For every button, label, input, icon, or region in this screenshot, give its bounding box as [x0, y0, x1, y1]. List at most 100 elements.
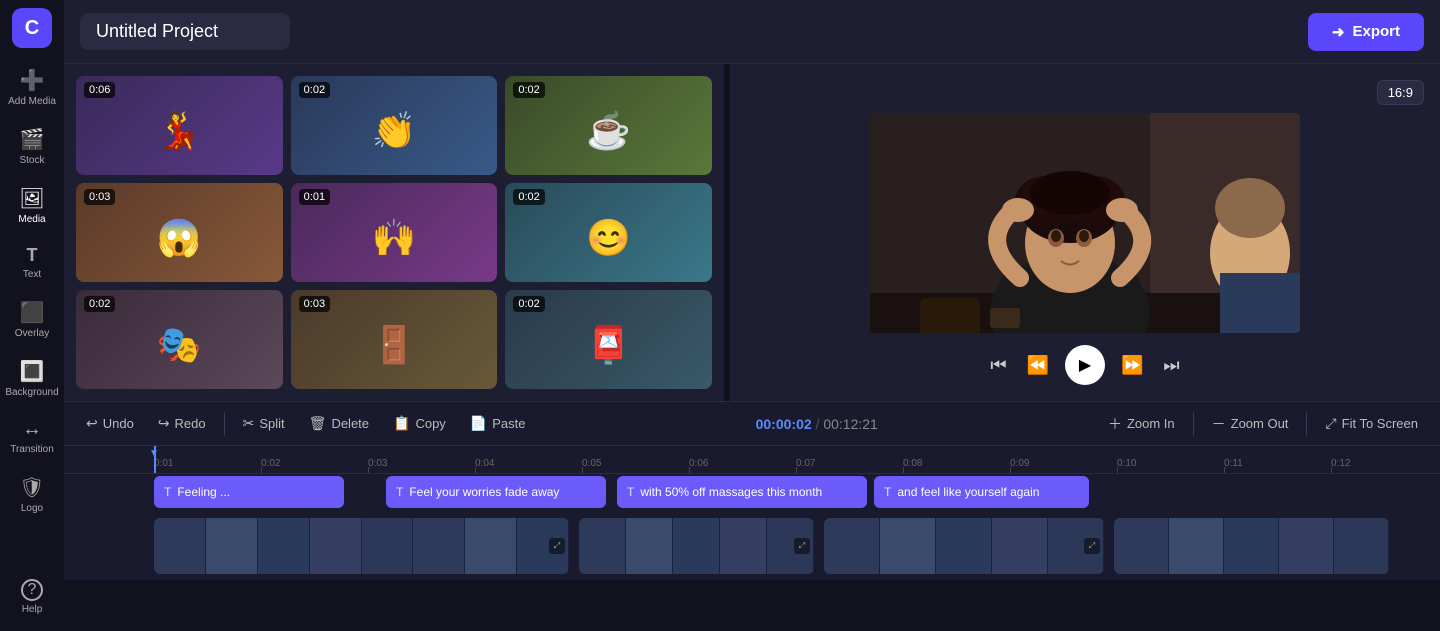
main-area: ➜ Export 💃 0:06 elaine benes dancing GIF…	[64, 0, 1440, 631]
sidebar-item-stock[interactable]: 🎬 Stock	[4, 119, 60, 174]
export-label: Export	[1352, 23, 1400, 40]
zoom-out-button[interactable]: － Zoom Out	[1202, 409, 1299, 439]
video-frame	[362, 518, 414, 574]
sidebar-item-label: Media	[18, 214, 45, 225]
video-segment-v2[interactable]: ⤢	[579, 518, 814, 574]
split-icon: ✂	[243, 415, 255, 432]
undo-button[interactable]: ↩ Undo	[76, 410, 144, 437]
text-track-row: TFeeling ... TFeel your worries fade away…	[64, 474, 1440, 512]
video-frame	[1279, 518, 1334, 574]
timeline-ruler: ▼ 0:010:020:030:040:050:060:070:080:090:…	[64, 446, 1440, 474]
text-track-item-t2[interactable]: TFeel your worries fade away	[386, 476, 606, 508]
sidebar-item-label: Stock	[19, 155, 44, 166]
preview-header: 16:9	[746, 80, 1424, 105]
sidebar: C ➕ Add Media 🎬 Stock 🖼 Media T Text ⬛ O…	[0, 0, 64, 631]
sidebar-item-label: Logo	[21, 503, 43, 514]
media-thumb-7[interactable]: 🎭 0:02 Seinfeld GIF	[76, 290, 283, 389]
video-frame	[1114, 518, 1169, 574]
media-panel: 💃 0:06 elaine benes dancing GIF 👏 0:02 j…	[64, 64, 724, 401]
preview-frame-svg	[870, 113, 1300, 333]
video-segment-v4[interactable]	[1114, 518, 1389, 574]
preview-panel: 16:9	[730, 64, 1440, 401]
media-thumb-5[interactable]: 🙌 0:01 Excited George Costanz...	[291, 183, 498, 282]
media-icon: 🖼	[19, 186, 44, 211]
video-segment-v3[interactable]: ⤢	[824, 518, 1104, 574]
zoom-in-button[interactable]: ＋ Zoom In	[1098, 409, 1185, 439]
zoom-out-label: Zoom Out	[1231, 416, 1289, 431]
skip-forward-button[interactable]: ⏭	[1159, 351, 1183, 380]
rewind-button[interactable]: ⏪	[1023, 351, 1053, 380]
fast-forward-button[interactable]: ⏩	[1117, 351, 1147, 380]
thumb-duration: 0:01	[299, 189, 330, 205]
video-frame	[1169, 518, 1224, 574]
project-title-input[interactable]	[80, 13, 290, 50]
ruler-marks: 0:010:020:030:040:050:060:070:080:090:10…	[154, 458, 1438, 469]
overlay-icon: ⬛	[20, 300, 45, 325]
redo-icon: ↪	[158, 415, 170, 432]
copy-icon: 📋	[393, 415, 410, 432]
segment-expand-icon[interactable]: ⤢	[549, 538, 565, 554]
copy-label: Copy	[415, 416, 445, 431]
stock-icon: 🎬	[20, 127, 45, 152]
thumb-duration: 0:03	[299, 296, 330, 312]
thumb-duration: 0:02	[513, 82, 544, 98]
preview-frame	[870, 113, 1300, 333]
video-frame	[206, 518, 258, 574]
sidebar-item-transition[interactable]: ↔ Transition	[4, 410, 60, 463]
media-thumb-3[interactable]: ☕ 0:02 jerry seinfeld coffee GIF	[505, 76, 712, 175]
segment-expand-icon[interactable]: ⤢	[794, 538, 810, 554]
video-frame	[579, 518, 626, 574]
copy-button[interactable]: 📋 Copy	[383, 410, 456, 437]
media-thumb-8[interactable]: 🚪 0:03 Kramer GIF	[291, 290, 498, 389]
paste-icon: 📄	[470, 415, 487, 432]
delete-button[interactable]: 🗑 Delete	[299, 410, 379, 437]
toolbar-separator-1	[224, 412, 225, 436]
preview-video	[870, 113, 1300, 333]
ruler-mark: 0:03	[368, 458, 475, 469]
media-thumb-6[interactable]: 😊 0:02 Julia Louis Dreyfus Hap...	[505, 183, 712, 282]
split-button[interactable]: ✂ Split	[233, 410, 295, 437]
text-track-item-t1[interactable]: TFeeling ...	[154, 476, 344, 508]
export-arrow-icon: ➜	[1332, 23, 1345, 41]
segment-expand-icon[interactable]: ⤢	[1084, 538, 1100, 554]
sidebar-item-label: Background	[5, 387, 58, 398]
playhead-ruler: ▼	[154, 446, 156, 473]
timeline-area: ↩ Undo ↪ Redo ✂ Split 🗑 Delete 📋 Copy 📄	[64, 401, 1440, 631]
text-track-item-t4[interactable]: Tand feel like yourself again	[874, 476, 1089, 508]
timeline-time: 00:00:02 / 00:12:21	[756, 416, 878, 432]
aspect-ratio-badge: 16:9	[1377, 80, 1424, 105]
sidebar-item-label: Overlay	[15, 328, 49, 339]
redo-button[interactable]: ↪ Redo	[148, 410, 216, 437]
text-track-item-t3[interactable]: Twith 50% off massages this month	[617, 476, 867, 508]
sidebar-item-logo[interactable]: 🛡 Logo	[4, 467, 60, 522]
undo-label: Undo	[103, 416, 134, 431]
media-thumb-1[interactable]: 💃 0:06 elaine benes dancing GIF	[76, 76, 283, 175]
sidebar-item-media[interactable]: 🖼 Media	[4, 178, 60, 233]
ruler-mark: 0:10	[1117, 458, 1224, 469]
sidebar-item-background[interactable]: 🔳 Background	[4, 351, 60, 406]
play-button[interactable]: ▶	[1065, 345, 1105, 385]
sidebar-item-help[interactable]: ? Help	[4, 571, 60, 623]
video-frame	[824, 518, 880, 574]
sidebar-item-overlay[interactable]: ⬛ Overlay	[4, 292, 60, 347]
skip-back-button[interactable]: ⏮	[986, 351, 1010, 380]
timeline-tracks: TFeeling ... TFeel your worries fade away…	[64, 474, 1440, 631]
sidebar-item-text[interactable]: T Text	[4, 237, 60, 288]
text-track-icon: T	[396, 485, 403, 499]
export-button[interactable]: ➜ Export	[1308, 13, 1424, 51]
media-thumb-2[interactable]: 👏 0:02 jerry seinfeld applause GIF	[291, 76, 498, 175]
paste-button[interactable]: 📄 Paste	[460, 410, 536, 437]
fit-screen-button[interactable]: ⤢ Fit To Screen	[1315, 410, 1428, 437]
toolbar-separator-2	[1193, 412, 1194, 436]
delete-label: Delete	[331, 416, 369, 431]
sidebar-item-add-media[interactable]: ➕ Add Media	[4, 60, 60, 115]
media-thumb-9[interactable]: 📮 0:02 Newman GIF	[505, 290, 712, 389]
media-thumb-4[interactable]: 😱 0:03 shocked seinfeld GIF	[76, 183, 283, 282]
text-track-icon: T	[164, 485, 171, 499]
video-frame	[992, 518, 1048, 574]
transition-icon: ↔	[22, 418, 42, 441]
video-segment-v1[interactable]: ⤢	[154, 518, 569, 574]
text-track-content: TFeeling ... TFeel your worries fade away…	[154, 474, 1440, 512]
track-label-video	[64, 512, 154, 580]
logo-icon: 🛡	[19, 475, 44, 500]
